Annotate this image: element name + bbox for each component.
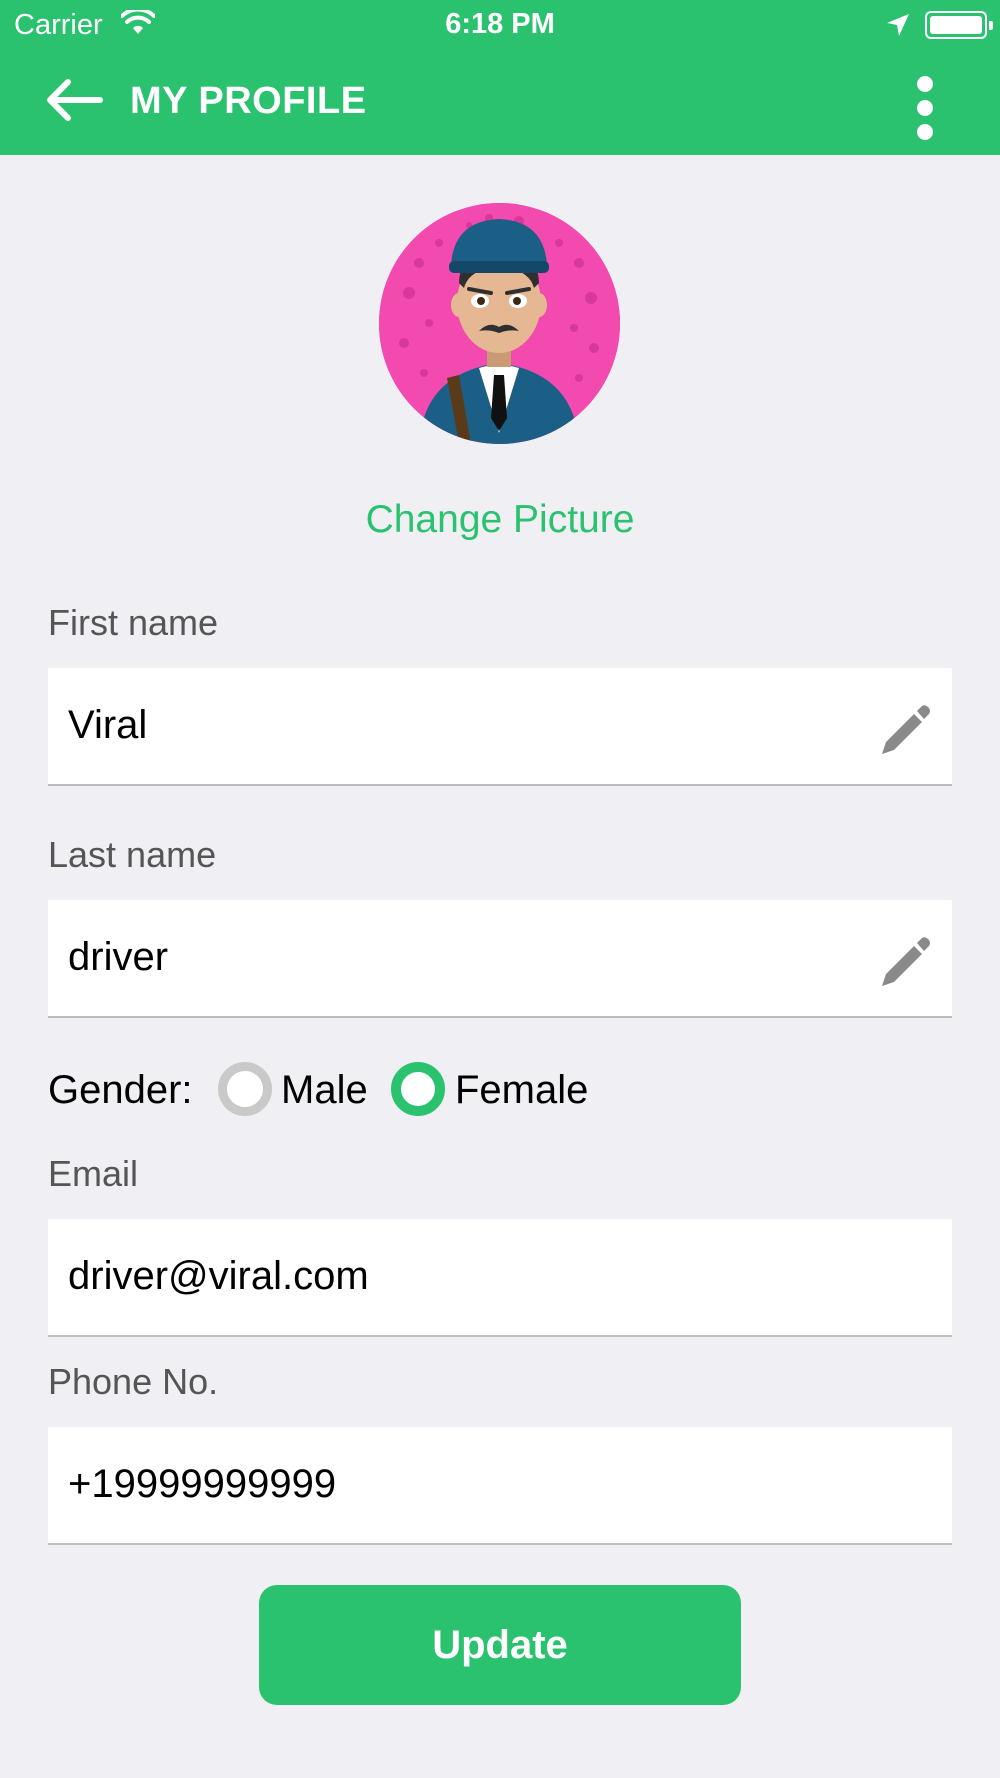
- phone-label: Phone No.: [48, 1361, 219, 1402]
- last-name-value[interactable]: driver: [68, 935, 168, 980]
- change-picture-link[interactable]: Change Picture: [0, 498, 1000, 542]
- radio-male-label[interactable]: Male: [281, 1068, 368, 1113]
- arrow-left-icon: [47, 79, 103, 121]
- more-options-button[interactable]: [900, 70, 950, 140]
- phone-value[interactable]: +19999999999: [68, 1462, 336, 1507]
- phone-field[interactable]: +19999999999: [48, 1427, 952, 1545]
- radio-female[interactable]: [391, 1062, 445, 1116]
- back-button[interactable]: [40, 70, 110, 130]
- page-title: MY PROFILE: [130, 80, 367, 122]
- first-name-value[interactable]: Viral: [68, 703, 147, 748]
- gender-selector: Gender: Male Female: [48, 1062, 952, 1120]
- pencil-icon[interactable]: [874, 698, 934, 758]
- avatar[interactable]: [379, 203, 620, 444]
- radio-female-label[interactable]: Female: [455, 1068, 588, 1113]
- toolbar: MY PROFILE: [0, 60, 1000, 145]
- location-arrow-icon: [885, 12, 911, 43]
- email-field[interactable]: driver@viral.com: [48, 1219, 952, 1337]
- last-name-label: Last name: [48, 834, 217, 875]
- email-value[interactable]: driver@viral.com: [68, 1254, 369, 1299]
- status-time: 6:18 PM: [445, 8, 555, 40]
- last-name-field[interactable]: driver: [48, 900, 952, 1018]
- pencil-icon[interactable]: [874, 930, 934, 990]
- more-vertical-icon: [917, 76, 933, 92]
- gender-label: Gender:: [48, 1068, 193, 1112]
- first-name-field[interactable]: Viral: [48, 668, 952, 786]
- battery-icon: [925, 11, 993, 39]
- driver-avatar-icon: [379, 203, 620, 444]
- email-label: Email: [48, 1153, 139, 1194]
- app-bar: Carrier 6:18 PM MY PROFILE: [0, 0, 1000, 155]
- first-name-label: First name: [48, 602, 219, 643]
- status-bar: Carrier 6:18 PM: [0, 0, 1000, 50]
- radio-male[interactable]: [218, 1062, 272, 1116]
- update-button[interactable]: Update: [259, 1585, 741, 1705]
